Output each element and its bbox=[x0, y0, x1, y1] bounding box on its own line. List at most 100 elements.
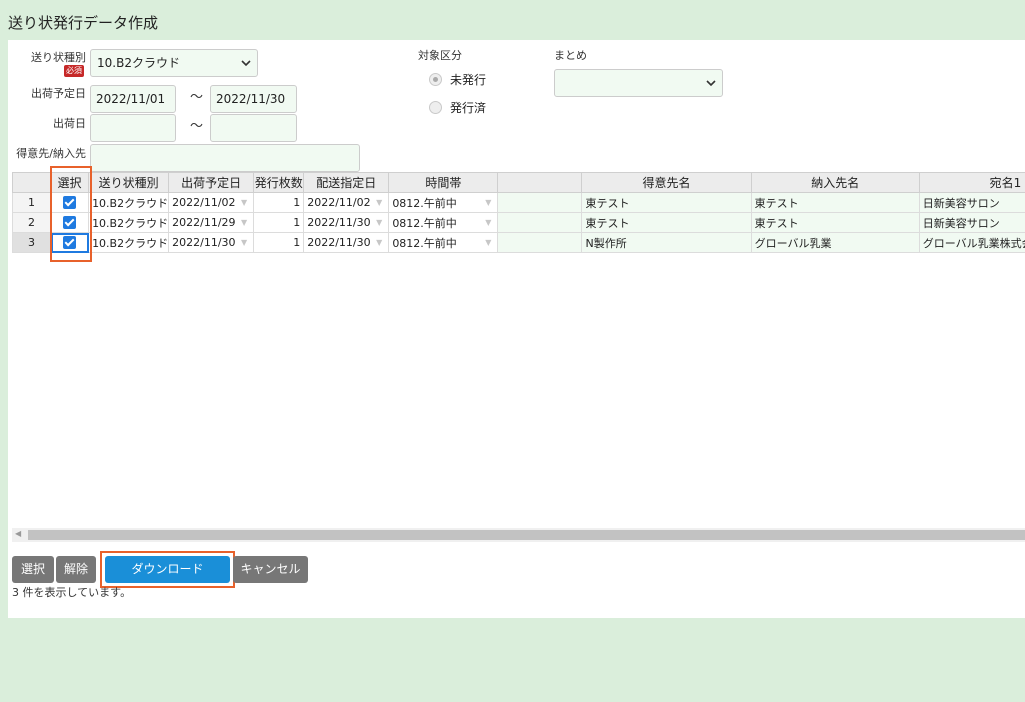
radio-issued-label: 発行済 bbox=[450, 101, 487, 115]
cell-destination[interactable]: グローバル乳業 bbox=[750, 232, 920, 253]
row-checkbox-cell[interactable] bbox=[50, 232, 90, 253]
cancel-button[interactable]: キャンセル bbox=[233, 556, 308, 583]
cell-count[interactable]: 1 bbox=[253, 232, 305, 253]
dropdown-arrow-icon: ▼ bbox=[485, 218, 492, 227]
shipped-from-input[interactable] bbox=[90, 114, 176, 142]
cell-count[interactable]: 1 bbox=[253, 212, 305, 233]
cell-ship-date[interactable]: 2022/11/29 ▼ bbox=[168, 212, 255, 233]
dropdown-arrow-icon: ▼ bbox=[241, 218, 248, 227]
checkbox-checked-icon[interactable] bbox=[63, 196, 77, 210]
cell-customer[interactable]: N製作所 bbox=[581, 232, 752, 253]
type-select-value: 10.B2クラウド bbox=[97, 56, 180, 70]
dropdown-arrow-icon: ▼ bbox=[376, 218, 383, 227]
dropdown-arrow-icon: ▼ bbox=[376, 198, 383, 207]
cell-ship-date-text: 2022/11/30 bbox=[172, 236, 236, 249]
header-customer[interactable]: 得意先名 bbox=[581, 172, 752, 193]
header-address1[interactable]: 宛名1 bbox=[918, 172, 1025, 193]
ship-date-from-input[interactable]: 2022/11/01 bbox=[90, 85, 176, 113]
cell-ship-date[interactable]: 2022/11/30 ▼ bbox=[168, 232, 255, 253]
type-select[interactable]: 10.B2クラウド bbox=[90, 49, 258, 77]
cell-delivery-text: 2022/11/30 bbox=[307, 216, 371, 229]
radio-unissued-label: 未発行 bbox=[450, 73, 487, 87]
radio-unissued[interactable]: 未発行 bbox=[429, 71, 486, 88]
select-button[interactable]: 選択 bbox=[12, 556, 54, 583]
header-count[interactable]: 発行枚数 bbox=[253, 172, 305, 193]
cell-timeslot[interactable]: 0812.午前中 ▼ bbox=[388, 192, 499, 213]
header-rownum bbox=[12, 172, 52, 193]
download-button[interactable]: ダウンロード bbox=[105, 556, 230, 583]
radio-off-icon bbox=[429, 101, 442, 114]
ship-date-label: 出荷予定日 bbox=[31, 87, 86, 100]
radio-on-icon bbox=[429, 73, 442, 86]
dropdown-arrow-icon: ▼ bbox=[241, 238, 248, 247]
cell-timeslot[interactable]: 0812.午前中 ▼ bbox=[388, 212, 499, 233]
horizontal-scrollbar[interactable]: ◀ bbox=[12, 528, 1025, 542]
header-type[interactable]: 送り状種別 bbox=[88, 172, 170, 193]
cell-address1[interactable]: 日新美容サロン bbox=[918, 212, 1025, 233]
header-destination[interactable]: 納入先名 bbox=[750, 172, 920, 193]
cell-timeslot-text: 0812.午前中 bbox=[392, 216, 457, 230]
cell-ship-date[interactable]: 2022/11/02 ▼ bbox=[168, 192, 255, 213]
row-number: 2 bbox=[12, 212, 52, 233]
dropdown-arrow-icon: ▼ bbox=[485, 198, 492, 207]
radio-issued[interactable]: 発行済 bbox=[429, 99, 486, 116]
checkbox-checked-icon[interactable] bbox=[63, 216, 77, 230]
row-checkbox-cell[interactable] bbox=[50, 212, 90, 233]
chevron-down-icon bbox=[706, 80, 716, 87]
cell-delivery-date[interactable]: 2022/11/02 ▼ bbox=[303, 192, 390, 213]
clear-button[interactable]: 解除 bbox=[56, 556, 96, 583]
cell-count[interactable]: 1 bbox=[253, 192, 305, 213]
cell-timeslot-text: 0812.午前中 bbox=[392, 236, 457, 250]
dropdown-arrow-icon: ▼ bbox=[376, 238, 383, 247]
header-timeslot[interactable]: 時間帯 bbox=[388, 172, 499, 193]
cell-ship-date-text: 2022/11/29 bbox=[172, 216, 236, 229]
cell-customer[interactable]: 東テスト bbox=[581, 192, 752, 213]
main-panel: 送り状種別 必須 10.B2クラウド 対象区分 未発行 発行済 まとめ 出荷予定… bbox=[8, 40, 1025, 618]
header-delivery-date[interactable]: 配送指定日 bbox=[303, 172, 390, 193]
cell-timeslot[interactable]: 0812.午前中 ▼ bbox=[388, 232, 499, 253]
ship-date-to-input[interactable]: 2022/11/30 bbox=[210, 85, 297, 113]
shipped-to-input[interactable] bbox=[210, 114, 297, 142]
range-tilde: ～ bbox=[190, 90, 204, 105]
row-checkbox-cell[interactable] bbox=[50, 192, 90, 213]
matome-select[interactable] bbox=[554, 69, 723, 97]
cell-ship-date-text: 2022/11/02 bbox=[172, 196, 236, 209]
target-label: 対象区分 bbox=[418, 49, 462, 62]
cell-blank[interactable] bbox=[497, 192, 583, 213]
type-label: 送り状種別 bbox=[31, 51, 86, 64]
cell-type[interactable]: 10.B2クラウド bbox=[88, 232, 170, 253]
row-number: 3 bbox=[12, 232, 52, 253]
dropdown-arrow-icon: ▼ bbox=[485, 238, 492, 247]
cell-timeslot-text: 0812.午前中 bbox=[392, 196, 457, 210]
scroll-left-icon[interactable]: ◀ bbox=[15, 529, 21, 538]
table-row[interactable]: 1 10.B2クラウド 2022/11/02 ▼ 1 2022/11/02 ▼ 08… bbox=[12, 192, 1025, 213]
matome-label: まとめ bbox=[554, 49, 587, 62]
scrollbar-thumb[interactable] bbox=[28, 530, 1025, 540]
customer-label: 得意先/納入先 bbox=[16, 147, 86, 160]
chevron-down-icon bbox=[241, 60, 251, 67]
dropdown-arrow-icon: ▼ bbox=[241, 198, 248, 207]
cell-destination[interactable]: 東テスト bbox=[750, 212, 920, 233]
cell-address1[interactable]: グローバル乳業株式会社 bbox=[918, 232, 1025, 253]
header-blank[interactable] bbox=[497, 172, 583, 193]
customer-input[interactable] bbox=[90, 144, 360, 172]
cell-customer[interactable]: 東テスト bbox=[581, 212, 752, 233]
cell-type[interactable]: 10.B2クラウド bbox=[88, 192, 170, 213]
range-tilde: ～ bbox=[190, 119, 204, 134]
shipped-label: 出荷日 bbox=[53, 117, 86, 130]
table-row[interactable]: 2 10.B2クラウド 2022/11/29 ▼ 1 2022/11/30 ▼ 08… bbox=[12, 212, 1025, 233]
cell-delivery-date[interactable]: 2022/11/30 ▼ bbox=[303, 232, 390, 253]
checkbox-checked-icon[interactable] bbox=[63, 236, 77, 250]
status-text: 3 件を表示しています。 bbox=[12, 586, 132, 599]
cell-address1[interactable]: 日新美容サロン bbox=[918, 192, 1025, 213]
page-title: 送り状発行データ作成 bbox=[8, 14, 159, 32]
cell-destination[interactable]: 東テスト bbox=[750, 192, 920, 213]
header-select[interactable]: 選択 bbox=[50, 172, 90, 193]
cell-type[interactable]: 10.B2クラウド bbox=[88, 212, 170, 233]
table-row[interactable]: 3 10.B2クラウド 2022/11/30 ▼ 1 2022/11/30 ▼ 08… bbox=[12, 232, 1025, 253]
cell-delivery-text: 2022/11/30 bbox=[307, 236, 371, 249]
cell-blank[interactable] bbox=[497, 212, 583, 233]
header-ship-date[interactable]: 出荷予定日 bbox=[168, 172, 255, 193]
cell-delivery-date[interactable]: 2022/11/30 ▼ bbox=[303, 212, 390, 233]
cell-blank[interactable] bbox=[497, 232, 583, 253]
